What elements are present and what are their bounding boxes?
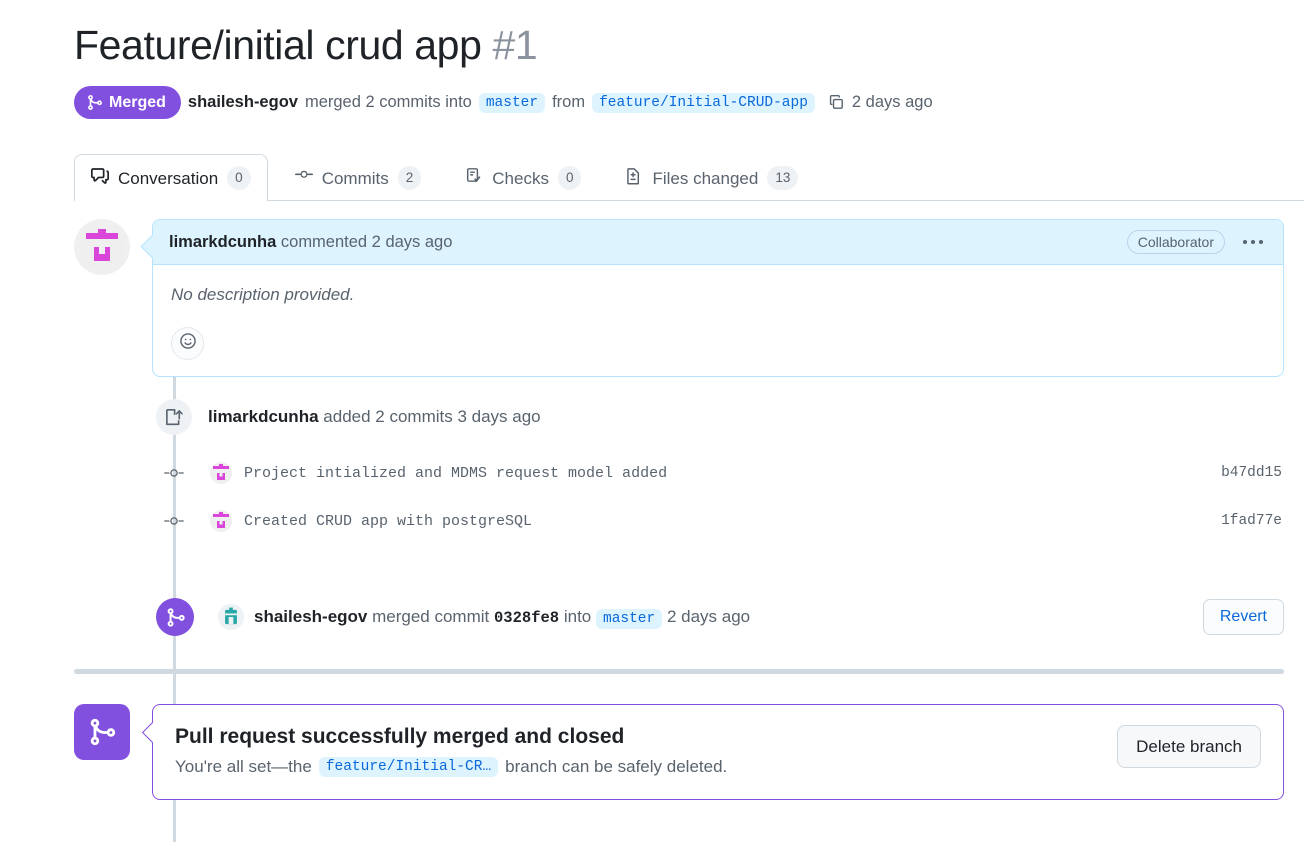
table-row: Project intialized and MDMS request mode… bbox=[74, 449, 1284, 497]
identicon-icon bbox=[210, 510, 232, 532]
merged-event-text: shailesh-egov merged commit 0328fe8 into… bbox=[254, 607, 750, 627]
merged-verb: merged commit bbox=[372, 607, 489, 626]
git-commit-node-icon bbox=[164, 514, 184, 528]
identicon-icon bbox=[218, 604, 244, 630]
page-title: Feature/initial crud app #1 bbox=[74, 22, 1304, 69]
commit-message[interactable]: Project intialized and MDMS request mode… bbox=[244, 465, 667, 482]
comment-body: No description provided. bbox=[153, 265, 1283, 376]
comment-text: No description provided. bbox=[171, 285, 1265, 305]
tab-conversation[interactable]: Conversation 0 bbox=[74, 154, 268, 201]
merged-sha[interactable]: 0328fe8 bbox=[494, 609, 559, 627]
git-merge-icon bbox=[86, 94, 103, 111]
kebab-menu-icon[interactable] bbox=[1239, 236, 1267, 248]
commit-sha[interactable]: 1fad77e bbox=[1221, 513, 1284, 529]
comment-author[interactable]: limarkdcunha bbox=[169, 233, 276, 251]
comment-byline: limarkdcunha commented 2 days ago bbox=[169, 233, 452, 252]
added-commits-text: limarkdcunha added 2 commits 3 days ago bbox=[208, 407, 541, 427]
deletable-branch-chip[interactable]: feature/Initial-CR… bbox=[319, 757, 498, 777]
timeline-merged-event: shailesh-egov merged commit 0328fe8 into… bbox=[74, 587, 1284, 647]
pr-tab-navigation: Conversation 0 Commits 2 Checks 0 bbox=[74, 153, 1304, 201]
tab-checks-label: Checks bbox=[492, 170, 549, 187]
tab-conversation-label: Conversation bbox=[118, 170, 218, 187]
tab-commits[interactable]: Commits 2 bbox=[278, 154, 439, 201]
head-branch-chip[interactable]: feature/Initial-CRUD-app bbox=[592, 93, 815, 113]
merge-result-section: Pull request successfully merged and clo… bbox=[74, 704, 1284, 800]
merge-banner-content: Pull request successfully merged and clo… bbox=[175, 725, 727, 777]
merge-banner-subtitle: You're all set—the feature/Initial-CR… b… bbox=[175, 757, 727, 777]
merged-time: 2 days ago bbox=[667, 607, 750, 626]
merged-author[interactable]: shailesh-egov bbox=[254, 607, 367, 626]
divider bbox=[74, 669, 1284, 674]
merge-banner-subtitle-pre: You're all set—the bbox=[175, 757, 312, 777]
tab-files-changed-label: Files changed bbox=[652, 170, 758, 187]
pr-title-text: Feature/initial crud app bbox=[74, 22, 481, 68]
git-merge-icon bbox=[74, 704, 130, 760]
merger-name[interactable]: shailesh-egov bbox=[188, 93, 298, 112]
delete-branch-button[interactable]: Delete branch bbox=[1117, 725, 1261, 768]
revert-button[interactable]: Revert bbox=[1203, 599, 1284, 635]
merge-time: 2 days ago bbox=[852, 93, 933, 112]
identicon-icon bbox=[210, 462, 232, 484]
added-commits-detail: added 2 commits 3 days ago bbox=[323, 407, 540, 426]
git-commit-node-icon bbox=[164, 466, 184, 480]
pr-subheader: Merged shailesh-egov merged 2 commits in… bbox=[74, 86, 1304, 119]
timeline-added-commits: limarkdcunha added 2 commits 3 days ago bbox=[74, 399, 1284, 435]
comment-box: limarkdcunha commented 2 days ago Collab… bbox=[152, 219, 1284, 377]
git-merge-icon bbox=[156, 598, 194, 636]
merged-into-label: into bbox=[564, 607, 591, 626]
commit-sha[interactable]: b47dd15 bbox=[1221, 465, 1284, 481]
pr-number: #1 bbox=[492, 22, 537, 68]
git-commit-icon bbox=[295, 167, 313, 190]
smiley-icon bbox=[179, 332, 197, 355]
comment-header-actions: Collaborator bbox=[1127, 230, 1267, 254]
tab-files-changed[interactable]: Files changed 13 bbox=[608, 154, 815, 201]
merge-description: merged 2 commits into bbox=[305, 93, 472, 112]
comment-thread: limarkdcunha commented 2 days ago Collab… bbox=[74, 219, 1284, 377]
file-diff-icon bbox=[625, 167, 643, 190]
status-badge-label: Merged bbox=[109, 95, 166, 111]
tab-conversation-count: 0 bbox=[227, 166, 251, 190]
checklist-icon bbox=[465, 167, 483, 190]
pr-header: Feature/initial crud app #1 Merged shail… bbox=[0, 0, 1304, 119]
tab-commits-count: 2 bbox=[398, 166, 422, 190]
commit-author-avatar[interactable] bbox=[210, 510, 232, 532]
added-commits-author[interactable]: limarkdcunha bbox=[208, 407, 319, 426]
merge-banner-subtitle-post: branch can be safely deleted. bbox=[505, 757, 727, 777]
status-badge: Merged bbox=[74, 86, 181, 119]
pull-request-page: Feature/initial crud app #1 Merged shail… bbox=[0, 0, 1304, 842]
merge-banner-title: Pull request successfully merged and clo… bbox=[175, 725, 727, 749]
avatar[interactable] bbox=[74, 219, 130, 275]
comment-action: commented 2 days ago bbox=[281, 233, 453, 251]
comment-header: limarkdcunha commented 2 days ago Collab… bbox=[153, 220, 1283, 265]
from-label: from bbox=[552, 93, 585, 112]
commit-message[interactable]: Created CRUD app with postgreSQL bbox=[244, 513, 532, 530]
tab-files-changed-count: 13 bbox=[767, 166, 798, 190]
comment-discussion-icon bbox=[91, 167, 109, 190]
table-row: Created CRUD app with postgreSQL 1fad77e bbox=[74, 497, 1284, 545]
pr-timeline: limarkdcunha commented 2 days ago Collab… bbox=[74, 201, 1284, 800]
tab-checks-count: 0 bbox=[558, 166, 582, 190]
avatar[interactable] bbox=[218, 604, 244, 630]
merge-banner: Pull request successfully merged and clo… bbox=[152, 704, 1284, 800]
author-association-badge: Collaborator bbox=[1127, 230, 1225, 254]
repo-push-icon bbox=[156, 399, 192, 435]
tab-commits-label: Commits bbox=[322, 170, 389, 187]
tab-checks[interactable]: Checks 0 bbox=[448, 154, 598, 201]
base-branch-chip[interactable]: master bbox=[479, 93, 545, 113]
identicon-icon bbox=[80, 225, 124, 269]
add-reaction-button[interactable] bbox=[171, 327, 204, 360]
commit-author-avatar[interactable] bbox=[210, 462, 232, 484]
copy-icon[interactable] bbox=[828, 94, 845, 111]
merged-branch-chip[interactable]: master bbox=[596, 609, 662, 629]
